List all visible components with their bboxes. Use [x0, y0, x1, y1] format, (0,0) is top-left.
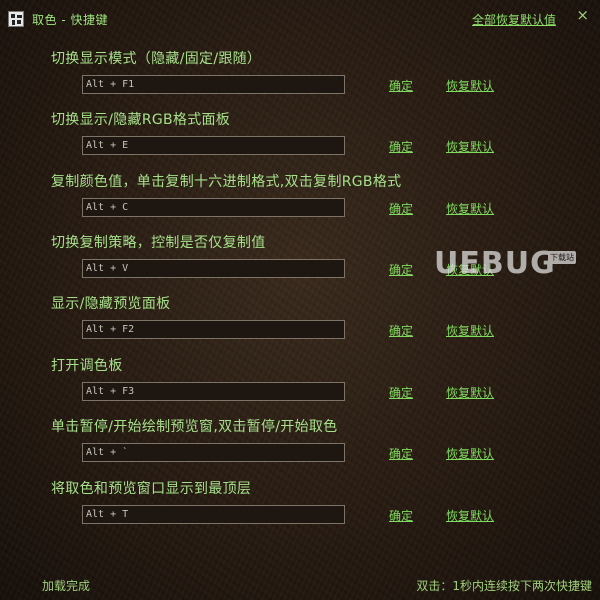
shortcut-input[interactable]: Alt + C — [82, 198, 345, 217]
shortcut-input[interactable]: Alt + ` — [82, 443, 345, 462]
reset-all-link[interactable]: 全部恢复默认值 — [472, 11, 556, 28]
shortcut-input[interactable]: Alt + F3 — [82, 382, 345, 401]
shortcut-input[interactable]: Alt + T — [82, 505, 345, 524]
shortcut-label: 复制颜色值，单击复制十六进制格式,双击复制RGB格式 — [51, 174, 402, 190]
shortcut-input[interactable]: Alt + E — [82, 136, 345, 155]
confirm-button[interactable]: 确定 — [389, 384, 413, 401]
reset-default-button[interactable]: 恢复默认 — [446, 445, 494, 462]
confirm-button[interactable]: 确定 — [389, 138, 413, 155]
confirm-button[interactable]: 确定 — [389, 261, 413, 278]
shortcut-label: 切换显示模式（隐藏/固定/跟随） — [51, 51, 262, 67]
reset-default-button[interactable]: 恢复默认 — [446, 261, 494, 278]
shortcut-label: 显示/隐藏预览面板 — [51, 296, 171, 312]
shortcut-label: 单击暂停/开始绘制预览窗,双击暂停/开始取色 — [51, 419, 338, 435]
shortcut-input[interactable]: Alt + V — [82, 259, 345, 278]
confirm-button[interactable]: 确定 — [389, 322, 413, 339]
confirm-button[interactable]: 确定 — [389, 507, 413, 524]
confirm-button[interactable]: 确定 — [389, 200, 413, 217]
shortcut-row: 将取色和预览窗口显示到最顶层 Alt + T 确定 恢复默认 — [0, 478, 600, 539]
hint-text: 双击：1秒内连续按下两次快捷键 — [416, 579, 592, 593]
confirm-button[interactable]: 确定 — [389, 445, 413, 462]
shortcut-label: 切换显示/隐藏RGB格式面板 — [51, 112, 231, 128]
shortcut-row: 打开调色板 Alt + F3 确定 恢复默认 — [0, 355, 600, 416]
shortcut-row: 切换显示模式（隐藏/固定/跟随） Alt + F1 确定 恢复默认 — [0, 48, 600, 109]
shortcut-input[interactable]: Alt + F2 — [82, 320, 345, 339]
shortcut-row: 切换复制策略，控制是否仅复制值 Alt + V 确定 恢复默认 — [0, 232, 600, 293]
reset-default-button[interactable]: 恢复默认 — [446, 384, 494, 401]
status-text: 加载完成 — [42, 579, 91, 593]
shortcut-row: 切换显示/隐藏RGB格式面板 Alt + E 确定 恢复默认 — [0, 109, 600, 170]
reset-default-button[interactable]: 恢复默认 — [446, 322, 494, 339]
app-logo-icon — [8, 11, 24, 27]
shortcut-input[interactable]: Alt + F1 — [82, 75, 345, 94]
window-title: 取色 - 快捷键 — [32, 13, 108, 27]
shortcut-row: 单击暂停/开始绘制预览窗,双击暂停/开始取色 Alt + ` 确定 恢复默认 — [0, 416, 600, 477]
reset-default-button[interactable]: 恢复默认 — [446, 138, 494, 155]
reset-default-button[interactable]: 恢复默认 — [446, 77, 494, 94]
close-icon[interactable]: × — [576, 7, 589, 23]
shortcut-label: 切换复制策略，控制是否仅复制值 — [51, 235, 266, 251]
shortcut-label: 将取色和预览窗口显示到最顶层 — [51, 481, 252, 497]
shortcut-row: 显示/隐藏预览面板 Alt + F2 确定 恢复默认 — [0, 293, 600, 354]
reset-default-button[interactable]: 恢复默认 — [446, 507, 494, 524]
shortcut-label: 打开调色板 — [51, 358, 123, 374]
confirm-button[interactable]: 确定 — [389, 77, 413, 94]
shortcut-row: 复制颜色值，单击复制十六进制格式,双击复制RGB格式 Alt + C 确定 恢复… — [0, 171, 600, 232]
reset-default-button[interactable]: 恢复默认 — [446, 200, 494, 217]
